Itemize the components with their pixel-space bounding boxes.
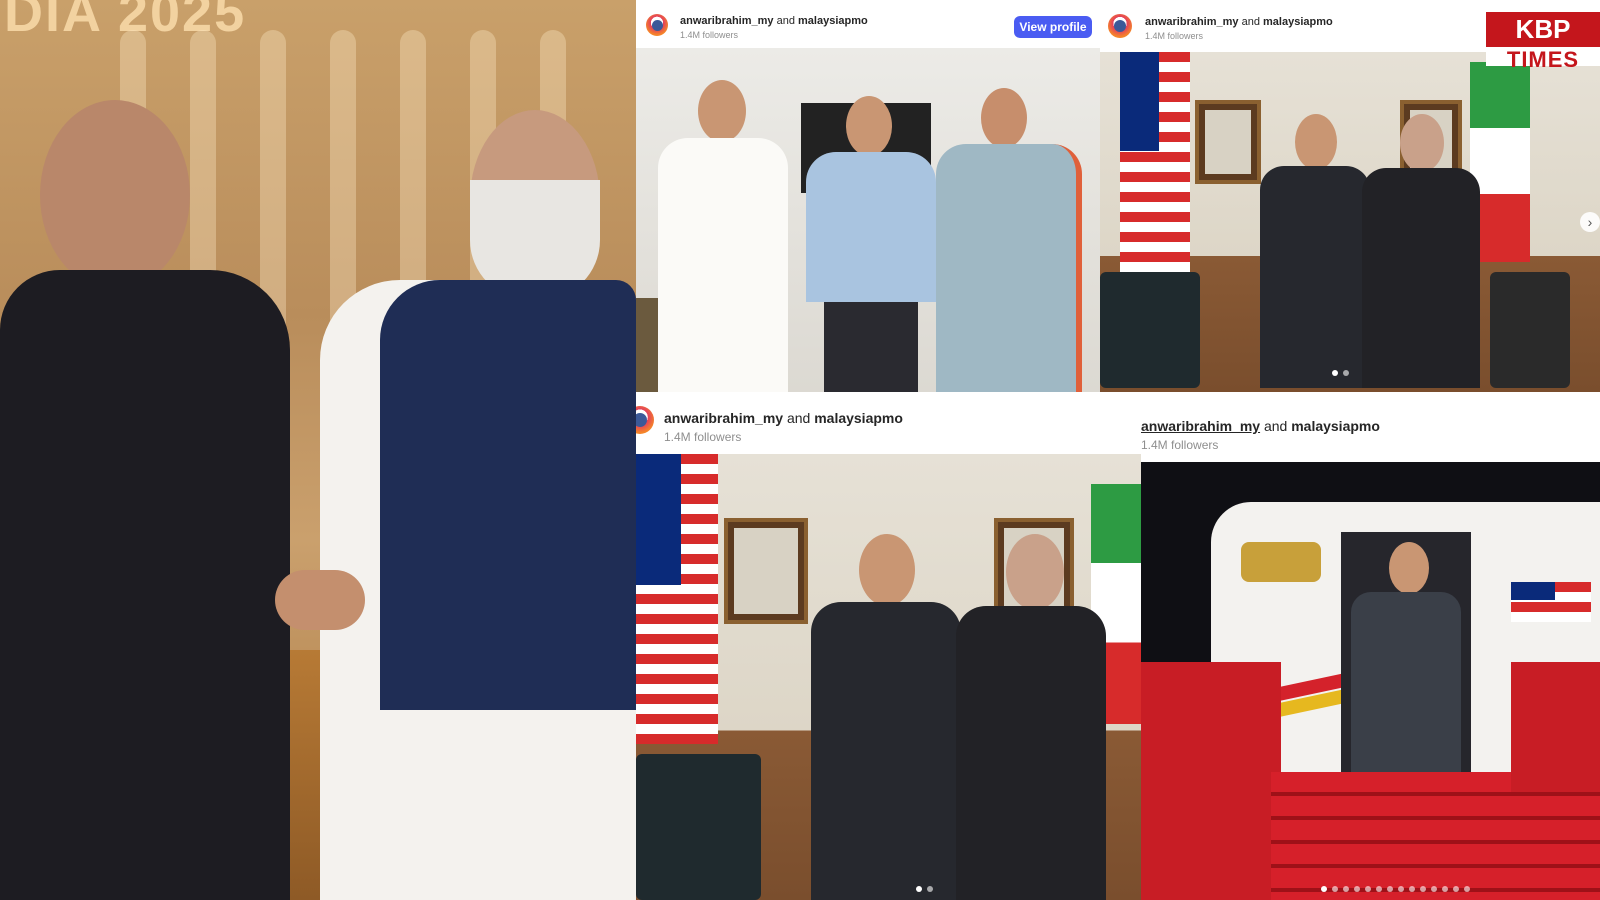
person-anwar [1260,114,1370,388]
person-anwar [811,534,961,900]
instagram-post-4: anwaribrahim_my and malaysiapmo 1.4M fol… [1141,408,1600,900]
instagram-post-1: anwaribrahim_my and malaysiapmo 1.4M fol… [636,8,1100,392]
account-handle[interactable]: anwaribrahim_my [680,15,774,27]
post-photo [636,454,1141,900]
post-photo [636,48,1100,392]
account-handle[interactable]: anwaribrahim_my [1141,418,1260,434]
person-blue-shirt [806,96,936,392]
chair-left [636,754,761,900]
wall-portrait [1195,100,1261,184]
post-header: anwaribrahim_my and malaysiapmo 1.4M fol… [636,8,1100,48]
wall-portrait [724,518,808,624]
carousel-dots [916,886,933,892]
account-handle[interactable]: anwaribrahim_my [1145,16,1239,28]
carousel-dots [1332,370,1349,376]
follower-count: 1.4M followers [680,30,739,40]
chevron-right-icon[interactable]: › [1580,212,1600,232]
post-photo [1141,462,1600,900]
collaborator-handle[interactable]: malaysiapmo [798,15,868,27]
collaborator-handle[interactable]: malaysiapmo [1263,16,1333,28]
connector-text: and [1263,418,1288,434]
connector-text: and [786,410,811,426]
person-pezeshkian [956,534,1106,900]
profile-avatar[interactable] [1108,14,1132,38]
handshake [275,570,365,630]
left-video-still: DIA 2025 [0,0,636,900]
logo-line-2: TIMES [1506,47,1580,72]
profile-avatar[interactable] [636,406,654,434]
collaborator-handle[interactable]: malaysiapmo [814,410,903,426]
person-white-kurta [658,80,788,392]
carousel-dots [1321,886,1470,892]
account-handle[interactable]: anwaribrahim_my [664,410,783,426]
coat-of-arms [1241,542,1321,582]
malaysia-flag [1511,582,1591,622]
follower-count: 1.4M followers [1141,438,1219,452]
stair-railing-right [1511,662,1600,792]
stair-railing-left [1141,662,1281,900]
post-header: anwaribrahim_my and malaysiapmo 1.4M fol… [636,400,1141,454]
connector-text: and [776,15,795,27]
profile-avatar[interactable] [646,14,668,36]
connector-text: and [1241,16,1260,28]
view-profile-button[interactable]: View profile [1014,16,1092,38]
instagram-post-3: anwaribrahim_my and malaysiapmo 1.4M fol… [636,400,1141,900]
person-dark-suit [0,90,300,900]
collaborator-handle[interactable]: malaysiapmo [1291,418,1380,434]
follower-count: 1.4M followers [664,430,742,444]
person-saluting [1351,542,1461,792]
malaysia-flag [1120,52,1190,272]
logo-line-1: KBP [1486,12,1600,47]
follower-count: 1.4M followers [1145,31,1204,41]
post-header: anwaribrahim_my and malaysiapmo 1.4M fol… [1141,408,1600,462]
person-pezeshkian [1362,114,1480,388]
chair-right [1490,272,1570,388]
person-saree [936,88,1082,392]
chair-left [1100,272,1200,388]
malaysia-flag [636,454,718,744]
person-blue-vest [320,110,636,900]
post-photo: › [1100,52,1600,392]
kbp-times-logo: KBP TIMES [1486,12,1600,72]
